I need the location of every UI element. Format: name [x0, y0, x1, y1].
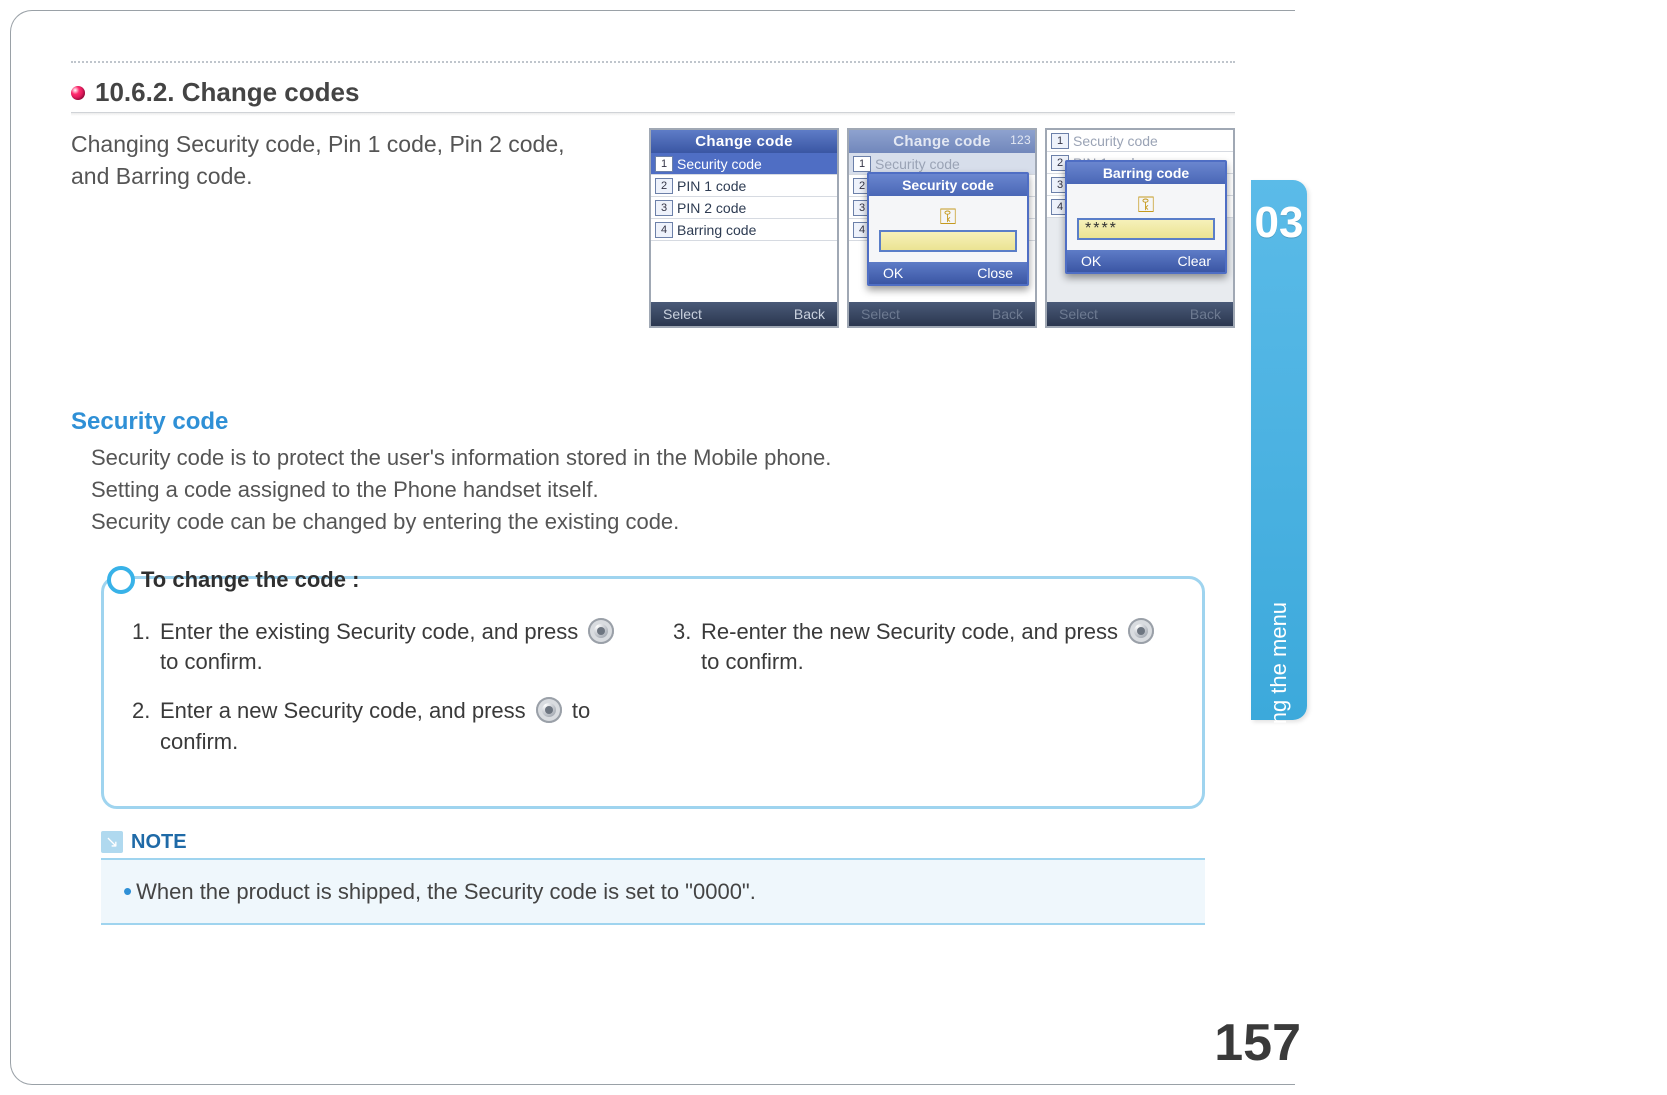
phone-title-text: Change code	[893, 133, 990, 150]
softkey-bar: Select Back	[651, 302, 837, 326]
ok-button-icon	[536, 697, 562, 723]
key-icon: ⚿	[879, 204, 1017, 230]
softkey-left: Select	[1059, 306, 1098, 322]
softkey-right[interactable]: Back	[794, 306, 825, 322]
phone-screen-3: 1Security code 2PIN 1 code 3 4 Select Ba…	[1045, 128, 1235, 328]
step-text-pre: Re-enter the new Security code, and pres…	[701, 619, 1124, 644]
code-input[interactable]	[879, 230, 1017, 252]
step-item: 3. Re-enter the new Security code, and p…	[673, 617, 1174, 679]
list-item-label: PIN 2 code	[677, 200, 746, 216]
list-item[interactable]: 4Barring code	[651, 219, 837, 241]
step-number: 1.	[132, 617, 160, 679]
steps-label: To change the code :	[141, 567, 359, 593]
chapter-number: 03	[1255, 198, 1304, 248]
softkey-bar: Select Back	[849, 302, 1035, 326]
softkey-left[interactable]: Select	[663, 306, 702, 322]
ring-icon	[107, 566, 135, 594]
steps-header: To change the code :	[107, 566, 1205, 594]
list-item-label: PIN 1 code	[677, 178, 746, 194]
content-area: 10.6.2. Change codes Changing Security c…	[11, 61, 1295, 925]
phone-screen-2: Change code 123 1Security code 2PIN 1 co…	[847, 128, 1037, 328]
dialog-security-code: Security code ⚿ OK Close	[867, 172, 1029, 286]
ok-button[interactable]: OK	[1081, 253, 1101, 269]
list-item[interactable]: 1Security code	[651, 153, 837, 175]
dialog-title: Security code	[869, 174, 1027, 196]
phone-screen-1: Change code 1Security code 2PIN 1 code 3…	[649, 128, 839, 328]
phone-title: Change code 123	[849, 130, 1035, 153]
note-section: ↘ NOTE •When the product is shipped, the…	[101, 831, 1205, 925]
list-item-label: Security code	[1073, 133, 1158, 149]
dialog-body: ⚿	[869, 196, 1027, 262]
chapter-tab: 03 Using the menu	[1251, 180, 1307, 720]
softkey-right: Back	[1190, 306, 1221, 322]
section-title: 10.6.2. Change codes	[95, 77, 359, 108]
softkey-bar: Select Back	[1047, 302, 1233, 326]
steps-box: 1. Enter the existing Security code, and…	[101, 576, 1205, 809]
intro-row: Changing Security code, Pin 1 code, Pin …	[71, 128, 1235, 328]
step-text-post: to confirm.	[160, 649, 263, 674]
subsection-line: Setting a code assigned to the Phone han…	[91, 474, 1235, 506]
step-number: 2.	[132, 696, 160, 758]
ok-button-icon	[1128, 618, 1154, 644]
input-mode-indicator: 123	[1010, 133, 1031, 147]
phone-list: 1Security code 2PIN 1 code 3PIN 2 code 4…	[651, 153, 837, 302]
step-text-post: to confirm.	[701, 649, 804, 674]
step-text: Enter the existing Security code, and pr…	[160, 617, 633, 679]
dialog-softkeys: OK Close	[869, 262, 1027, 284]
subsection-body: Security code is to protect the user's i…	[91, 442, 1235, 538]
step-text: Re-enter the new Security code, and pres…	[701, 617, 1174, 679]
subsection-line: Security code is to protect the user's i…	[91, 442, 1235, 474]
step-text: Enter a new Security code, and press to …	[160, 696, 633, 758]
list-item-label: Security code	[677, 156, 762, 172]
dialog-title: Barring code	[1067, 162, 1225, 184]
divider-dotted	[71, 61, 1235, 63]
intro-text: Changing Security code, Pin 1 code, Pin …	[71, 128, 609, 192]
clear-button[interactable]: Clear	[1178, 253, 1211, 269]
subsection-heading: Security code	[71, 408, 1235, 436]
page-frame: 10.6.2. Change codes Changing Security c…	[10, 10, 1295, 1085]
page-number: 157	[1214, 1013, 1301, 1073]
close-button[interactable]: Close	[977, 265, 1013, 281]
ok-button-icon	[588, 618, 614, 644]
note-text: When the product is shipped, the Securit…	[136, 879, 756, 904]
step-text-pre: Enter a new Security code, and press	[160, 698, 532, 723]
bullet-icon	[71, 86, 85, 100]
steps-section: To change the code : 1. Enter the existi…	[101, 566, 1205, 809]
step-item: 1. Enter the existing Security code, and…	[132, 617, 633, 679]
list-item[interactable]: 2PIN 1 code	[651, 175, 837, 197]
step-text-pre: Enter the existing Security code, and pr…	[160, 619, 584, 644]
dialog-softkeys: OK Clear	[1067, 250, 1225, 272]
steps-column-2: 3. Re-enter the new Security code, and p…	[673, 617, 1174, 776]
section-heading-row: 10.6.2. Change codes	[71, 77, 1235, 108]
subsection-line: Security code can be changed by entering…	[91, 506, 1235, 538]
dialog-barring-code: Barring code ⚿ **** OK Clear	[1065, 160, 1227, 274]
softkey-right: Back	[992, 306, 1023, 322]
note-header: ↘ NOTE	[101, 831, 1205, 860]
note-label: NOTE	[131, 831, 187, 854]
code-input[interactable]: ****	[1077, 218, 1215, 240]
bullet-dot-icon: •	[123, 876, 132, 906]
list-item-label: Barring code	[677, 222, 756, 238]
steps-column-1: 1. Enter the existing Security code, and…	[132, 617, 633, 776]
ok-button[interactable]: OK	[883, 265, 903, 281]
note-body: •When the product is shipped, the Securi…	[101, 860, 1205, 925]
note-arrow-icon: ↘	[101, 831, 123, 853]
step-number: 3.	[673, 617, 701, 679]
list-item-label: Security code	[875, 156, 960, 172]
phone-title-text: Change code	[695, 133, 792, 150]
dialog-body: ⚿ ****	[1067, 184, 1225, 250]
step-item: 2. Enter a new Security code, and press …	[132, 696, 633, 758]
phone-title: Change code	[651, 130, 837, 153]
phone-screens: Change code 1Security code 2PIN 1 code 3…	[649, 128, 1235, 328]
list-item: 1Security code	[1047, 130, 1233, 152]
divider-thin	[71, 112, 1235, 116]
list-item[interactable]: 3PIN 2 code	[651, 197, 837, 219]
key-icon: ⚿	[1077, 192, 1215, 218]
softkey-left: Select	[861, 306, 900, 322]
chapter-label: Using the menu	[1266, 602, 1292, 756]
